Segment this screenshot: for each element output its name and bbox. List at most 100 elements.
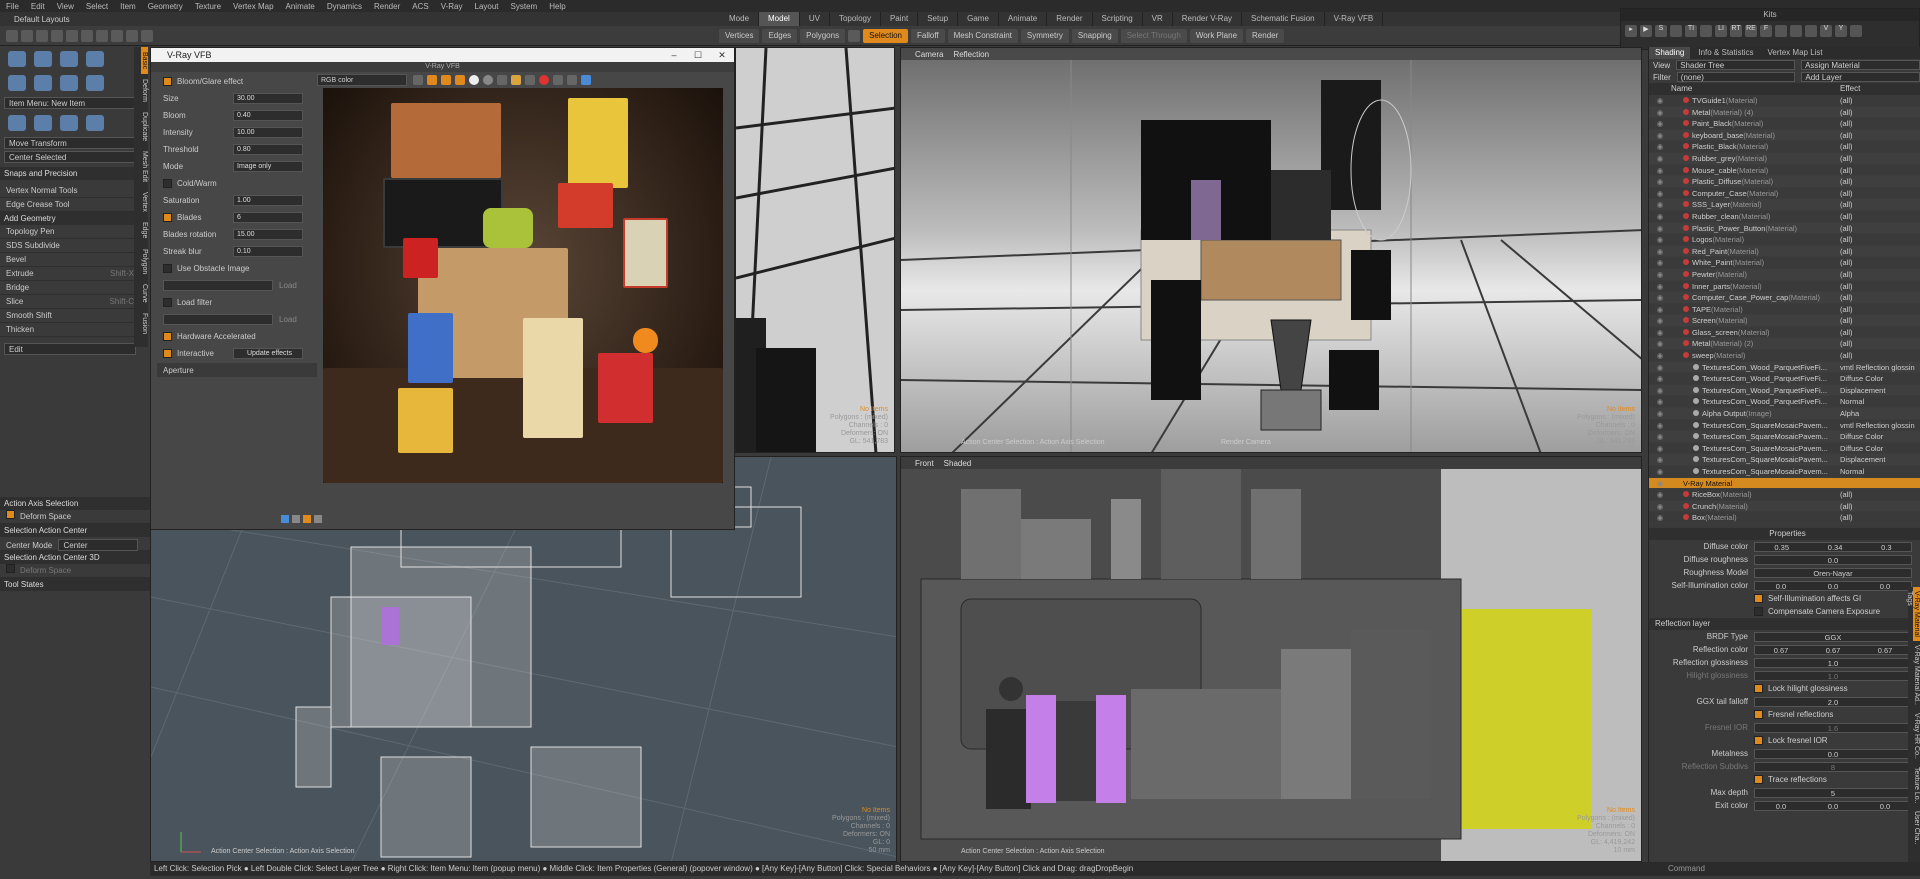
shader-item-effect[interactable]: (all) (1840, 118, 1920, 129)
shader-row[interactable]: ◉ TexturesCom_SquareMosaicPavem... Diffuse… (1649, 431, 1920, 443)
gray-dot-icon[interactable] (483, 75, 493, 85)
cone-icon[interactable] (86, 51, 104, 67)
stop-icon[interactable] (539, 75, 549, 85)
mesh-constraint-button[interactable]: Mesh Constraint (947, 28, 1018, 43)
visibility-eye-icon[interactable]: ◉ (1649, 338, 1671, 349)
edit-dropdown[interactable]: Edit (4, 343, 136, 355)
visibility-eye-icon[interactable]: ◉ (1649, 396, 1671, 407)
side-tab-polygon[interactable]: Polygon (141, 244, 148, 279)
shader-item-effect[interactable]: (all) (1840, 292, 1920, 303)
menu-edit[interactable]: Edit (25, 2, 51, 11)
hw-checkbox[interactable] (163, 331, 172, 341)
vertex-normal-tools[interactable]: Vertex Normal Tools (0, 184, 140, 198)
shader-row[interactable]: ◉ Glass_screen(Material) (all) (1649, 327, 1920, 339)
kit-color-icon[interactable] (1790, 25, 1802, 37)
plane-icon[interactable] (60, 75, 78, 91)
visibility-eye-icon[interactable]: ◉ (1649, 466, 1671, 477)
shader-row[interactable]: ◉ Red_Paint(Material) (all) (1649, 245, 1920, 258)
saturation-value[interactable]: 1.00 (233, 194, 303, 206)
menu-help[interactable]: Help (543, 2, 571, 11)
shader-item-effect[interactable]: (all) (1840, 281, 1920, 292)
snapping-button[interactable]: Snapping (1071, 28, 1118, 43)
shader-item-effect[interactable]: vmtl Reflection glossin (1840, 420, 1920, 431)
threshold-value[interactable]: 0.80 (233, 143, 303, 155)
assign-material-dropdown[interactable]: Assign Material (1801, 60, 1920, 70)
layout-tab-paint[interactable]: Paint (881, 12, 919, 26)
visibility-eye-icon[interactable]: ◉ (1649, 223, 1671, 234)
move-icon[interactable] (21, 29, 33, 42)
channel-dropdown[interactable]: RGB color (317, 74, 407, 86)
property-value[interactable]: 0.0 (1754, 554, 1912, 565)
center-mode-dropdown[interactable]: Center (58, 539, 139, 551)
menu-animate[interactable]: Animate (280, 2, 321, 11)
shader-item-effect[interactable]: (all) (1840, 257, 1920, 268)
right-side-tab[interactable]: V-Ray Material (1913, 587, 1920, 641)
kit-rt-icon[interactable]: RT (1730, 25, 1742, 37)
shader-row[interactable]: ◉ Mouse_cable(Material) (all) (1649, 165, 1920, 177)
visibility-eye-icon[interactable]: ◉ (1649, 257, 1671, 268)
grid-icon[interactable] (126, 29, 138, 42)
shader-row[interactable]: ◉ Logos(Material) (all) (1649, 234, 1920, 246)
shader-item-effect[interactable]: (all) (1840, 304, 1920, 315)
viewport-top-left[interactable]: No Items Polygons : (mixed) Channels : 0 De… (735, 47, 895, 453)
right-tab-vertex-map-list[interactable]: Vertex Map List (1762, 47, 1829, 59)
side-tab-vertex[interactable]: Vertex (141, 187, 148, 217)
visibility-eye-icon[interactable]: ◉ (1649, 246, 1671, 257)
kit-y-icon[interactable]: Y (1835, 25, 1847, 37)
visibility-eye-icon[interactable]: ◉ (1649, 512, 1671, 523)
select-mode-icon[interactable] (6, 29, 18, 42)
col-effect[interactable]: Effect (1840, 83, 1920, 95)
obstacle-checkbox[interactable] (163, 263, 172, 273)
menu-view[interactable]: View (51, 2, 80, 11)
vfb-compare-icon[interactable] (292, 515, 300, 523)
self-illum-gi-checkbox[interactable] (1754, 594, 1763, 603)
move-transform-dropdown[interactable]: Move Transform (4, 137, 136, 149)
side-tab-curve[interactable]: Curve (141, 279, 148, 308)
property-value[interactable]: 0.35 0.34 0.3 (1754, 541, 1912, 552)
shader-item-effect[interactable]: (all) (1840, 315, 1920, 326)
shader-row[interactable]: ◉ Paint_Black(Material) (all) (1649, 118, 1920, 130)
layout-tab-setup[interactable]: Setup (918, 12, 959, 26)
shader-item-effect[interactable]: vmtl Reflection glossin (1840, 362, 1920, 373)
vfb-ab-icon[interactable] (314, 515, 322, 523)
deform-space-checkbox[interactable] (6, 510, 15, 519)
size-value[interactable]: 30.00 (233, 92, 303, 104)
visibility-eye-icon[interactable]: ◉ (1649, 211, 1671, 222)
tool-sds-subdivide[interactable]: SDS Subdivide (0, 239, 140, 253)
capsule-icon[interactable] (34, 75, 52, 91)
blades-value[interactable]: 6 (233, 211, 303, 223)
menu-v-ray[interactable]: V-Ray (435, 2, 469, 11)
visibility-eye-icon[interactable]: ◉ (1649, 454, 1671, 465)
shaded-label[interactable]: Shaded (944, 459, 972, 468)
selection-action-center[interactable]: Selection Action Center (0, 524, 150, 537)
shader-item-effect[interactable]: Displacement (1840, 454, 1920, 465)
visibility-eye-icon[interactable]: ◉ (1649, 199, 1671, 210)
reflection-layer-header[interactable]: Reflection layer (1649, 618, 1920, 630)
refl-subdivs-value[interactable]: 8 (1754, 761, 1912, 772)
add-layer-dropdown[interactable]: Add Layer (1801, 72, 1920, 82)
visibility-eye-icon[interactable]: ◉ (1649, 373, 1671, 384)
layout-tab-scripting[interactable]: Scripting (1093, 12, 1143, 26)
property-value[interactable]: 1.0 (1754, 670, 1912, 681)
kit-play-icon[interactable]: ▶ (1640, 25, 1652, 37)
shader-row[interactable]: ◉ TexturesCom_Wood_ParquetFiveFi... Normal (1649, 396, 1920, 409)
shader-row[interactable]: ◉ Screen(Material) (all) (1649, 315, 1920, 327)
vray-vfb-window[interactable]: V-Ray VFB – ☐ ✕ V-Ray VFB Bloom/Glare effe… (150, 47, 735, 530)
visibility-eye-icon[interactable]: ◉ (1649, 188, 1671, 199)
item-mode-icon[interactable] (848, 29, 861, 42)
layout-tab-topology[interactable]: Topology (830, 12, 881, 26)
shader-item-effect[interactable]: Normal (1840, 466, 1920, 477)
lens-icon[interactable] (497, 75, 507, 85)
col-name[interactable]: Name (1671, 83, 1840, 95)
visibility-eye-icon[interactable]: ◉ (1649, 281, 1671, 292)
item-menu-dropdown[interactable]: Item Menu: New Item (4, 97, 136, 109)
transform-tool-icon[interactable] (86, 115, 104, 131)
comp-camera-checkbox[interactable] (1754, 607, 1763, 616)
visibility-eye-icon[interactable]: ◉ (1649, 95, 1671, 106)
menu-render[interactable]: Render (368, 2, 406, 11)
add-geometry-section[interactable]: Add Geometry (0, 212, 140, 225)
right-tab-info-statistics[interactable]: Info & Statistics (1692, 47, 1759, 59)
shader-row[interactable]: ◉ Computer_Case(Material) (all) (1649, 188, 1920, 200)
shader-item-effect[interactable]: (all) (1840, 269, 1920, 280)
visibility-eye-icon[interactable]: ◉ (1649, 141, 1671, 152)
